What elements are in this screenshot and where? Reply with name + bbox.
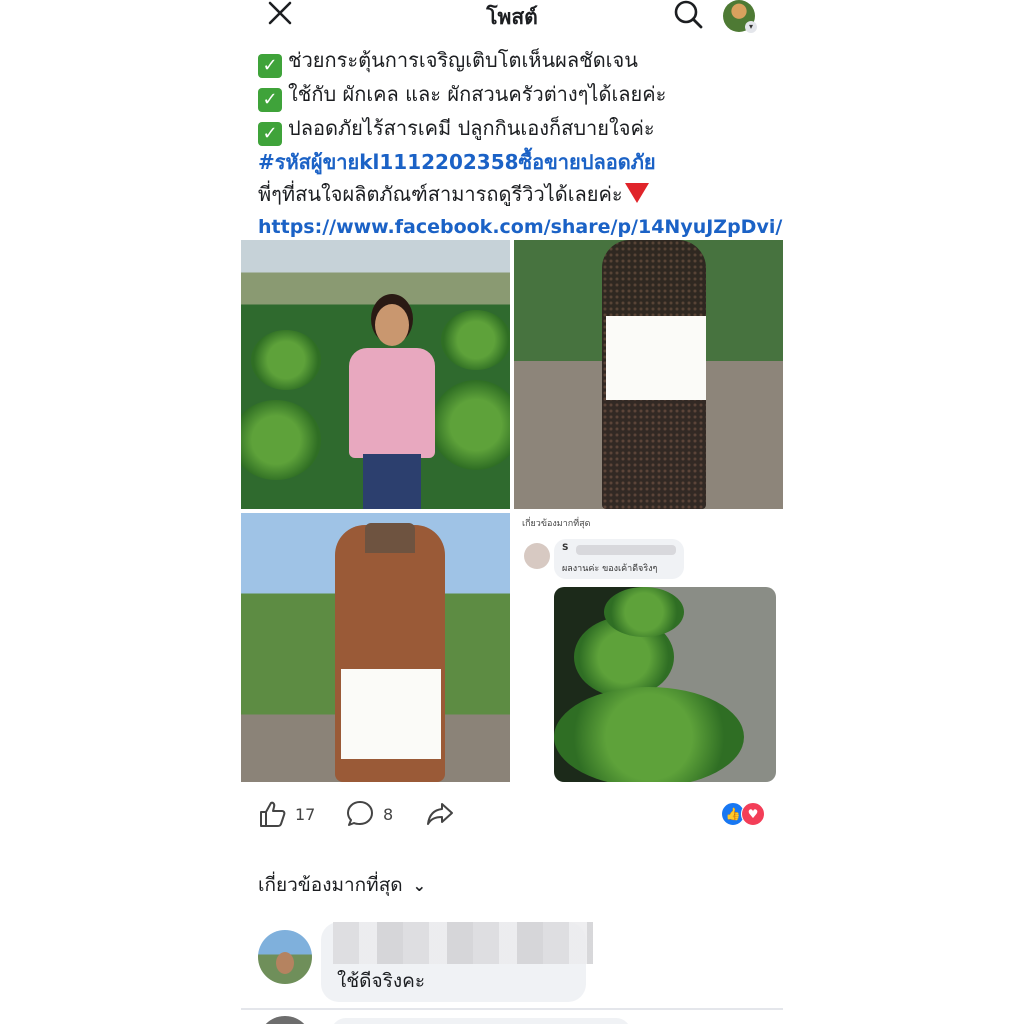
commenter-avatar[interactable] [258, 930, 312, 984]
chevron-down-icon: ⌄ [412, 875, 427, 895]
reactions-summary[interactable]: 👍 ♥ [721, 802, 769, 826]
like-count: 17 [295, 804, 316, 824]
comment-kale-photo [554, 587, 776, 782]
bottle-cap [365, 523, 415, 553]
blurred-commenter-name [333, 922, 593, 964]
next-comment-bubble[interactable] [331, 1018, 631, 1024]
comment-icon [347, 801, 373, 826]
kale-plant [251, 330, 321, 390]
comment-count: 8 [383, 804, 394, 824]
share-icon [427, 803, 453, 825]
post-line-text: ใช้กับ ผักเคล และ ผักสวนครัวต่างๆได้เลยค… [288, 82, 667, 106]
post-cta: พี่ๆที่สนใจผลิตภัณฑ์สามารถดูรีวิวได้เลยค… [258, 178, 778, 210]
chevron-down-icon: ▾ [745, 21, 757, 33]
comment-bubble: S ผลงานค่ะ ของเค้าดีจริงๆ [554, 539, 684, 579]
photo-liquid-bottle[interactable] [241, 513, 510, 782]
bottle-label [606, 316, 706, 400]
checkmark-icon: ✓ [258, 88, 282, 112]
kale-plant [441, 310, 510, 370]
checkmark-icon: ✓ [258, 54, 282, 78]
next-commenter-avatar[interactable] [258, 1016, 312, 1024]
face [276, 952, 294, 974]
comment-sort-label: เกี่ยวข้องมากที่สุด [258, 874, 403, 896]
comment-text: ใช้ดีจริงคะ [337, 970, 426, 992]
action-bar: 17 8 👍 ♥ [241, 796, 783, 832]
share-url-link[interactable]: https://www.facebook.com/share/p/14NyuJZ… [258, 216, 782, 238]
photo-comment-screenshot[interactable]: เกี่ยวข้องมากที่สุด S ผลงานค่ะ ของเค้าดี… [514, 513, 783, 782]
top-bar: โพสต์ ▾ [241, 0, 783, 34]
checkmark-icon: ✓ [258, 122, 282, 146]
share-button[interactable] [425, 796, 455, 832]
post-line: ✓ ปลอดภัยไร้สารเคมี ปลูกกินเองก็สบายใจค่ะ [258, 112, 778, 146]
post-line: ✓ ใช้กับ ผักเคล และ ผักสวนครัวต่างๆได้เลย… [258, 78, 778, 112]
photo-seed-bottle[interactable] [514, 240, 783, 509]
kale-plant [241, 400, 321, 480]
post-line: ✓ ช่วยกระตุ้นการเจริญเติบโตเห็นผลชัดเจน [258, 44, 778, 78]
post-line-text: ปลอดภัยไร้สารเคมี ปลูกกินเองก็สบายใจค่ะ [288, 116, 655, 140]
woman-figure [341, 300, 441, 509]
photo-woman-in-kale-garden[interactable] [241, 240, 510, 509]
love-reaction-icon: ♥ [741, 802, 765, 826]
comment-sort-dropdown[interactable]: เกี่ยวข้องมากที่สุด ⌄ [258, 870, 426, 900]
post-body: ✓ ช่วยกระตุ้นการเจริญเติบโตเห็นผลชัดเจน ✓… [258, 44, 782, 243]
kale-plant [554, 687, 744, 782]
profile-avatar[interactable]: ▾ [723, 0, 757, 33]
comment-bubble[interactable]: ใช้ดีจริงคะ [321, 922, 593, 1002]
bottle-label [341, 669, 441, 759]
comment-text: ผลงานค่ะ ของเค้าดีจริงๆ [562, 564, 658, 574]
comment-button[interactable]: 8 [345, 796, 393, 832]
post-screen: โพสต์ ▾ ✓ ช่วยกระตุ้นการเจริญเติบโตเห็นผล… [241, 0, 783, 1024]
red-triangle-icon [624, 183, 649, 203]
search-icon[interactable] [671, 0, 705, 30]
like-button[interactable]: 17 [257, 796, 315, 832]
cta-text: พี่ๆที่สนใจผลิตภัณฑ์สามารถดูรีวิวได้เลยค… [258, 182, 623, 206]
avatar [524, 543, 550, 569]
blurred-name [576, 545, 676, 555]
sort-label: เกี่ยวข้องมากที่สุด [522, 519, 591, 529]
kale-plant [604, 587, 684, 637]
post-line-text: ช่วยกระตุ้นการเจริญเติบโตเห็นผลชัดเจน [288, 48, 638, 72]
kale-plant [431, 380, 510, 470]
commenter-name: S [562, 543, 569, 553]
divider [241, 1008, 783, 1010]
jeans [363, 454, 421, 509]
thumbs-up-icon [260, 801, 286, 827]
photo-grid: เกี่ยวข้องมากที่สุด S ผลงานค่ะ ของเค้าดี… [241, 240, 783, 782]
shirt [349, 348, 435, 458]
hashtag-link[interactable]: #รหัสผู้ขายkl1112202358ซื้อขายปลอดภัย [258, 150, 656, 174]
head [375, 304, 409, 346]
